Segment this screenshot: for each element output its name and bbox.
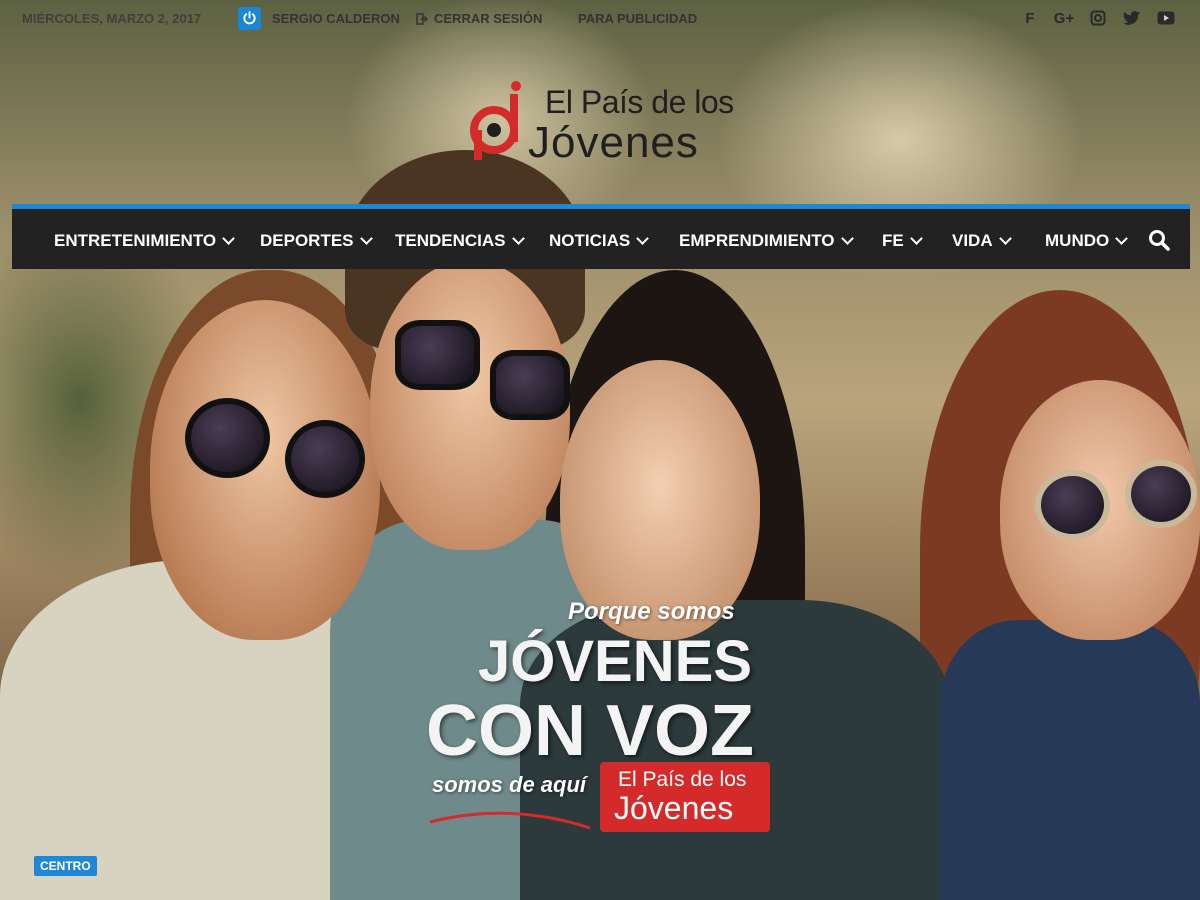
nav-item-entretenimiento[interactable]: ENTRETENIMIENTO bbox=[54, 231, 236, 251]
category-tag[interactable]: CENTRO bbox=[34, 856, 97, 876]
nav-item-vida[interactable]: VIDA bbox=[952, 231, 1012, 251]
sunglasses-left-lens-3 bbox=[1035, 470, 1110, 540]
nav-item-fe[interactable]: FE bbox=[882, 231, 923, 251]
power-icon-svg bbox=[243, 11, 256, 25]
chevron-down-icon bbox=[909, 232, 923, 245]
chevron-down-icon bbox=[840, 232, 854, 245]
power-icon[interactable] bbox=[238, 7, 261, 30]
ad-badge-line-2: Jóvenes bbox=[614, 790, 734, 826]
nav-label: MUNDO bbox=[1045, 231, 1110, 250]
chevron-down-icon bbox=[511, 232, 525, 245]
nav-label: TENDENCIAS bbox=[395, 231, 506, 250]
ad-subline: somos de aquí bbox=[432, 772, 587, 797]
nav-label: FE bbox=[882, 231, 904, 250]
sunglasses-right-lens-3 bbox=[1125, 460, 1197, 528]
sunglasses-left-lens bbox=[185, 398, 270, 478]
nav-item-mundo[interactable]: MUNDO bbox=[1045, 231, 1129, 251]
ad-badge-line-1: El País de los bbox=[618, 768, 747, 791]
nav-label: EMPRENDIMIENTO bbox=[679, 231, 835, 250]
nav-label: VIDA bbox=[952, 231, 993, 250]
hero-ad-banner[interactable]: Porque somos JÓVENES CON VOZ somos de aq… bbox=[400, 590, 800, 840]
ad-logo-badge: El País de los Jóvenes bbox=[600, 762, 770, 832]
search-icon[interactable] bbox=[1148, 229, 1170, 251]
chevron-down-icon bbox=[359, 232, 373, 245]
nav-label: NOTICIAS bbox=[549, 231, 631, 250]
instagram-icon[interactable] bbox=[1088, 8, 1108, 28]
nav-item-noticias[interactable]: NOTICIAS bbox=[549, 231, 650, 251]
ad-headline-1: JÓVENES bbox=[478, 629, 752, 694]
person-4-jacket bbox=[940, 620, 1200, 900]
chevron-down-icon bbox=[998, 232, 1012, 245]
social-links: f g+ bbox=[1020, 8, 1176, 28]
facebook-icon[interactable]: f bbox=[1020, 8, 1040, 28]
advertising-link[interactable]: PARA PUBLICIDAD bbox=[578, 11, 697, 26]
nav-label: DEPORTES bbox=[260, 231, 354, 250]
chevron-down-icon bbox=[636, 232, 650, 245]
ad-tagline: Porque somos bbox=[568, 598, 735, 625]
sunglasses-right-lens bbox=[285, 420, 365, 498]
youtube-icon[interactable] bbox=[1156, 8, 1176, 28]
nav-item-tendencias[interactable]: TENDENCIAS bbox=[395, 231, 525, 251]
logout-icon bbox=[416, 12, 428, 25]
google-plus-icon[interactable]: g+ bbox=[1054, 8, 1074, 28]
user-name-link[interactable]: SERGIO CALDERON bbox=[272, 11, 400, 26]
swoosh-decoration bbox=[430, 811, 590, 830]
chevron-down-icon bbox=[1115, 232, 1129, 245]
logout-label: CERRAR SESIÓN bbox=[434, 11, 543, 26]
logout-link[interactable]: CERRAR SESIÓN bbox=[416, 11, 542, 26]
sunglasses-left-lens-2 bbox=[395, 320, 480, 390]
current-date: MIÉRCOLES, MARZO 2, 2017 bbox=[22, 11, 202, 26]
sunglasses-right-lens-2 bbox=[490, 350, 570, 420]
chevron-down-icon bbox=[222, 232, 236, 245]
top-bar: MIÉRCOLES, MARZO 2, 2017 SERGIO CALDERON… bbox=[0, 0, 1200, 38]
logo-mark-icon bbox=[470, 81, 521, 160]
logo-line-2: Jóvenes bbox=[528, 118, 699, 167]
main-navigation: ENTRETENIMIENTO DEPORTES TENDENCIAS NOTI… bbox=[12, 204, 1190, 269]
nav-item-deportes[interactable]: DEPORTES bbox=[260, 231, 373, 251]
twitter-icon[interactable] bbox=[1122, 8, 1142, 28]
logo-line-1: El País de los bbox=[545, 84, 734, 120]
ad-headline-2: CON VOZ bbox=[426, 691, 755, 771]
nav-label: ENTRETENIMIENTO bbox=[54, 231, 217, 250]
site-logo[interactable]: El País de los Jóvenes bbox=[470, 80, 740, 170]
nav-item-emprendimiento[interactable]: EMPRENDIMIENTO bbox=[679, 231, 854, 251]
